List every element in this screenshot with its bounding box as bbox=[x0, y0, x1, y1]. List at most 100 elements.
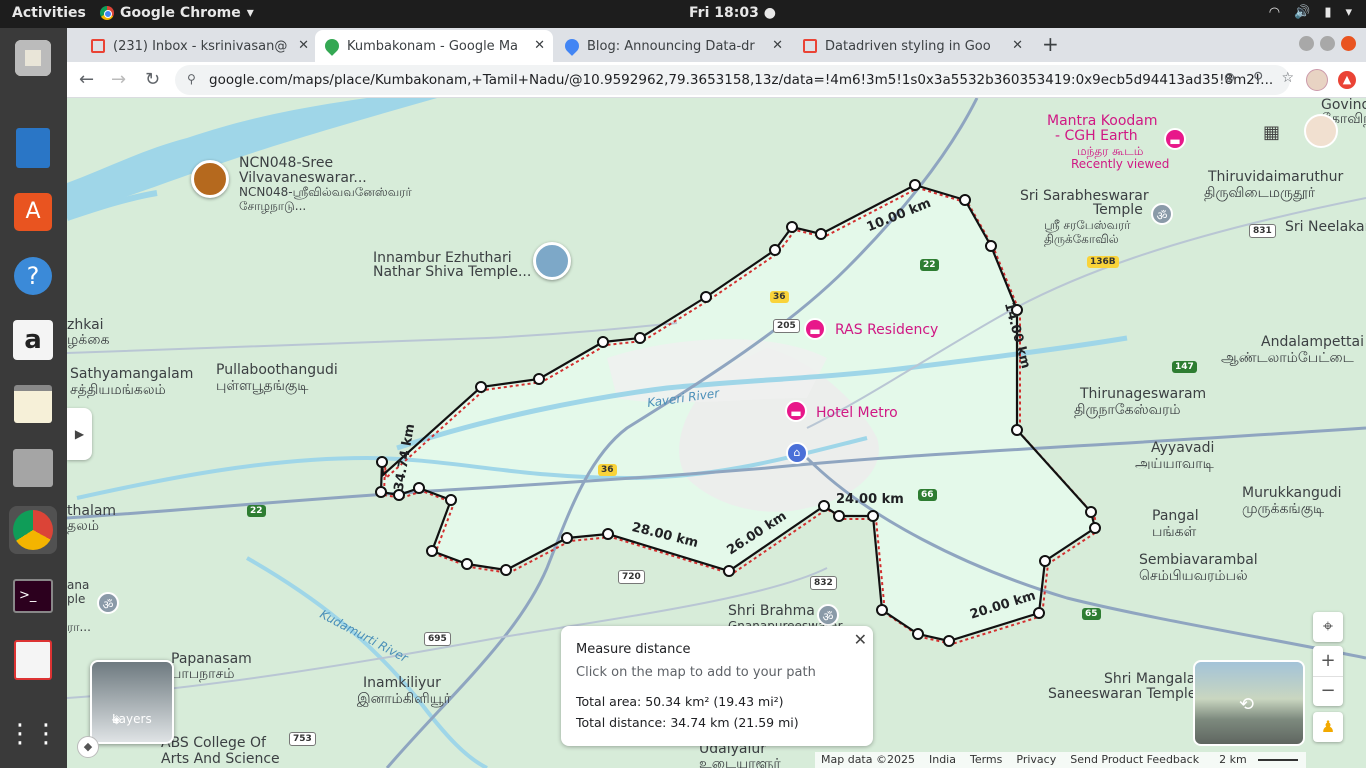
measure-vertex[interactable] bbox=[985, 240, 997, 252]
place-label[interactable]: Temple bbox=[1093, 203, 1143, 218]
place-label[interactable]: NCN048-Sree bbox=[239, 156, 333, 171]
place-pin-icon[interactable]: ⌂ bbox=[786, 442, 808, 464]
zoom-in-button[interactable]: + bbox=[1313, 646, 1343, 676]
place-photo-pin[interactable] bbox=[533, 242, 571, 280]
dock-files[interactable] bbox=[9, 444, 57, 492]
expand-sidebar-button[interactable]: ▶ bbox=[67, 408, 92, 460]
maximize-button[interactable] bbox=[1320, 36, 1335, 51]
dock-text-editor[interactable] bbox=[9, 380, 57, 428]
place-label[interactable]: Shri Mangala bbox=[1104, 672, 1195, 687]
place-label[interactable]: Sembiavarambal bbox=[1139, 553, 1258, 568]
dock-show-apps[interactable]: ⋮⋮ bbox=[7, 710, 59, 758]
map-location-button[interactable]: ◆ bbox=[77, 736, 99, 758]
measure-vertex[interactable] bbox=[876, 604, 888, 616]
measure-vertex[interactable] bbox=[533, 373, 545, 385]
place-label[interactable]: அய்யாவாடி bbox=[1135, 457, 1214, 472]
measure-vertex[interactable] bbox=[500, 564, 512, 576]
clock[interactable]: Fri 18:03 ● bbox=[689, 5, 776, 21]
place-label[interactable]: ழக்கை bbox=[67, 333, 109, 348]
place-label[interactable]: ABS College Of bbox=[161, 736, 266, 751]
measure-vertex[interactable] bbox=[461, 558, 473, 570]
place-label[interactable]: திருநாகேஸ்வரம் bbox=[1074, 403, 1181, 418]
extension-icon[interactable]: ▲ bbox=[1338, 71, 1356, 89]
poi-label[interactable]: RAS Residency bbox=[835, 323, 938, 338]
poi-label[interactable]: Hotel Metro bbox=[816, 406, 898, 421]
place-label[interactable]: ரா... bbox=[67, 620, 91, 635]
place-label[interactable]: தலம் bbox=[67, 519, 99, 534]
place-label[interactable]: Papanasam bbox=[171, 652, 252, 667]
place-label[interactable]: Thiruvidaimaruthur bbox=[1208, 170, 1343, 185]
measure-vertex[interactable] bbox=[1039, 555, 1051, 567]
location-icon[interactable]: ⊕ bbox=[1223, 70, 1235, 86]
place-label[interactable]: ple bbox=[67, 592, 85, 607]
feedback-link[interactable]: Send Product Feedback bbox=[1064, 752, 1207, 768]
account-avatar[interactable] bbox=[1304, 114, 1338, 148]
close-icon[interactable]: ✕ bbox=[772, 38, 783, 53]
measure-vertex[interactable] bbox=[1085, 506, 1097, 518]
place-label[interactable]: ana bbox=[67, 578, 89, 593]
place-label[interactable]: சத்தியமங்கலம் bbox=[70, 383, 166, 398]
measure-vertex[interactable] bbox=[700, 291, 712, 303]
measure-vertex[interactable] bbox=[833, 510, 845, 522]
app-menu[interactable]: Google Chrome ▾ bbox=[100, 5, 254, 21]
temple-icon[interactable]: ॐ bbox=[97, 592, 119, 614]
place-label[interactable]: Saneeswaran Temple bbox=[1048, 687, 1196, 702]
close-icon[interactable]: ✕ bbox=[298, 38, 309, 53]
measure-vertex[interactable] bbox=[867, 510, 879, 522]
star-icon[interactable]: ☆ bbox=[1281, 70, 1294, 86]
google-apps-icon[interactable]: ▦ bbox=[1263, 122, 1280, 143]
terms-link[interactable]: Terms bbox=[964, 752, 1010, 768]
measure-vertex[interactable] bbox=[602, 528, 614, 540]
minimize-button[interactable] bbox=[1299, 36, 1314, 51]
place-label[interactable]: Sri Neelakan bbox=[1285, 220, 1366, 235]
place-label[interactable]: இனாம்கிளியூர் bbox=[357, 692, 451, 707]
measure-vertex[interactable] bbox=[769, 244, 781, 256]
place-label[interactable]: Murukkangudi bbox=[1242, 486, 1342, 501]
hotel-icon[interactable]: ▬ bbox=[804, 318, 826, 340]
place-label[interactable]: Ayyavadi bbox=[1151, 441, 1214, 456]
dock-chrome[interactable] bbox=[9, 506, 57, 554]
measure-vertex[interactable] bbox=[909, 179, 921, 191]
hotel-icon[interactable]: ▬ bbox=[785, 400, 807, 422]
zoom-icon[interactable]: ⚲ bbox=[1253, 70, 1263, 86]
place-label[interactable]: NCN048-ஸ்ரீவில்வவனேஸ்வரர் bbox=[239, 185, 412, 200]
dock-pdf-viewer[interactable] bbox=[9, 636, 57, 684]
close-icon[interactable]: ✕ bbox=[534, 38, 545, 53]
dock-terminal[interactable]: >_ bbox=[9, 572, 57, 620]
tab-maps[interactable]: Kumbakonam - Google Ma ✕ bbox=[315, 30, 553, 62]
place-label[interactable]: செம்பியவரம்பல் bbox=[1139, 569, 1248, 584]
poi-label[interactable]: - CGH Earth bbox=[1055, 129, 1138, 144]
place-label[interactable]: zhkai bbox=[67, 318, 104, 333]
measure-vertex[interactable] bbox=[445, 494, 457, 506]
system-tray[interactable]: ◠ 🔊 ▮ ▾ bbox=[1269, 5, 1352, 20]
privacy-link[interactable]: Privacy bbox=[1010, 752, 1064, 768]
place-label[interactable]: Shri Brahma bbox=[728, 604, 815, 619]
measure-vertex[interactable] bbox=[1033, 607, 1045, 619]
place-label[interactable]: thalam bbox=[67, 504, 116, 519]
place-label[interactable]: உடையாளூர் bbox=[699, 757, 781, 768]
profile-avatar[interactable] bbox=[1306, 69, 1328, 91]
dock-help[interactable]: ? bbox=[9, 252, 57, 300]
poi-label[interactable]: Mantra Koodam bbox=[1047, 114, 1158, 129]
place-label[interactable]: ஆண்டலாம்பேட்டை bbox=[1221, 351, 1354, 366]
measure-vertex[interactable] bbox=[475, 381, 487, 393]
place-label[interactable]: திருவிடைமருதூர் bbox=[1204, 186, 1315, 201]
measure-vertex[interactable] bbox=[912, 628, 924, 640]
measure-vertex[interactable] bbox=[376, 456, 388, 468]
measure-vertex[interactable] bbox=[413, 482, 425, 494]
scale-bar[interactable]: 2 km bbox=[1207, 752, 1306, 768]
place-label[interactable]: Pullaboothangudi bbox=[216, 363, 338, 378]
temple-icon[interactable]: ॐ bbox=[1151, 203, 1173, 225]
measure-vertex[interactable] bbox=[561, 532, 573, 544]
place-label[interactable]: பங்கள் bbox=[1152, 525, 1196, 540]
measure-vertex[interactable] bbox=[815, 228, 827, 240]
poi-label[interactable]: Recently viewed bbox=[1071, 157, 1169, 172]
map-canvas[interactable]: NCN048-Sree Vilvavaneswarar... NCN048-ஸ்… bbox=[67, 98, 1366, 768]
measure-vertex[interactable] bbox=[959, 194, 971, 206]
close-icon[interactable]: ✕ bbox=[1012, 38, 1023, 53]
measure-vertex[interactable] bbox=[634, 332, 646, 344]
place-photo-pin[interactable] bbox=[191, 160, 229, 198]
measure-vertex[interactable] bbox=[818, 500, 830, 512]
place-label[interactable]: Thirunageswaram bbox=[1080, 387, 1206, 402]
measure-vertex[interactable] bbox=[597, 336, 609, 348]
